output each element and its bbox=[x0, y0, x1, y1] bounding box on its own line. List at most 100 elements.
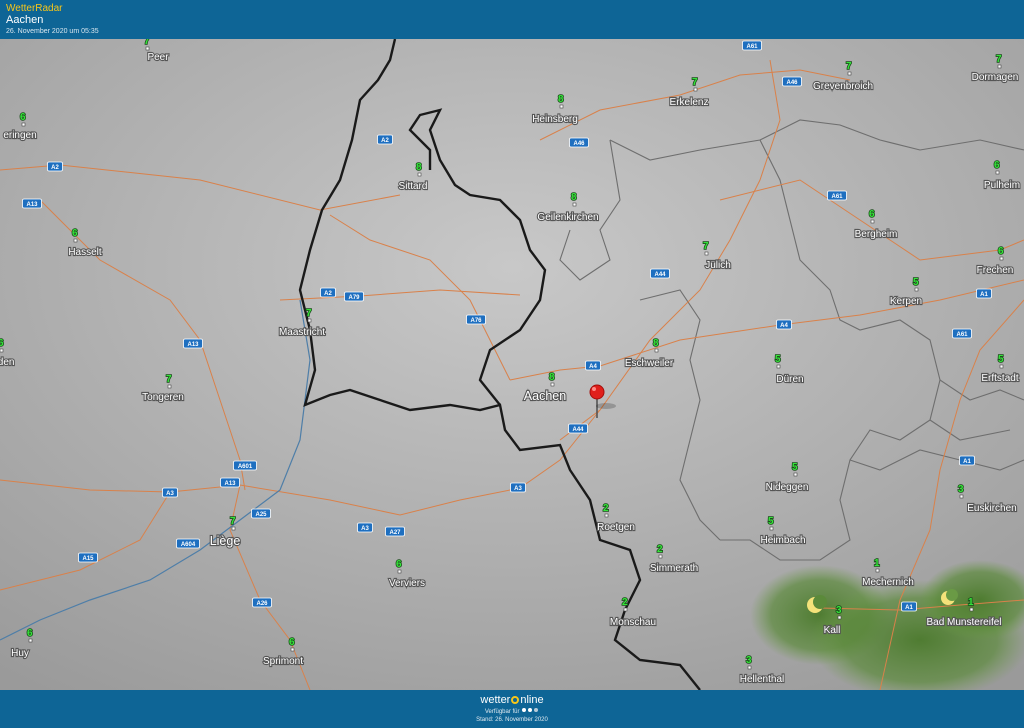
road-label: A61 bbox=[956, 332, 968, 338]
city-label: Erkelenz bbox=[670, 97, 709, 108]
availability-row: Verfügbar für bbox=[0, 708, 1024, 715]
city-marker-icon bbox=[847, 71, 852, 76]
temperature-value: 7 bbox=[703, 241, 709, 252]
temperature-value: 5 bbox=[792, 462, 798, 473]
city-label: Peer bbox=[147, 52, 169, 63]
city-label: Heimbach bbox=[760, 535, 805, 546]
road-badge-a15: A15 bbox=[78, 552, 98, 563]
temperature-value: 6 bbox=[0, 338, 4, 349]
city-label: Huy bbox=[11, 648, 29, 659]
city-label: Nideggen bbox=[766, 482, 809, 493]
road-badge-a76: A76 bbox=[466, 314, 486, 325]
city-label: iden bbox=[0, 357, 14, 368]
city-marker-icon bbox=[290, 647, 295, 652]
road-badge-a601: A601 bbox=[233, 460, 257, 471]
city-marker-icon bbox=[397, 569, 402, 574]
city-marker-icon bbox=[747, 665, 752, 670]
road-label: A3 bbox=[514, 486, 522, 492]
city-marker-icon bbox=[28, 638, 33, 643]
road-label: A76 bbox=[470, 318, 482, 324]
temperature-value: 6 bbox=[994, 160, 1000, 171]
road-badge-a2: A2 bbox=[377, 134, 393, 145]
city-label: Roetgen bbox=[597, 522, 635, 533]
temperature-value: 2 bbox=[657, 544, 663, 555]
road-label: A15 bbox=[82, 556, 94, 562]
temperature-value: 7 bbox=[144, 39, 150, 47]
temperature-value: 7 bbox=[306, 308, 312, 319]
city-marker-icon bbox=[704, 251, 709, 256]
road-badge-a3: A3 bbox=[162, 487, 178, 498]
city-marker-icon bbox=[167, 384, 172, 389]
city-label: Liège bbox=[210, 534, 241, 548]
city-label: Grevenbroich bbox=[813, 81, 873, 92]
city-marker-icon bbox=[776, 364, 781, 369]
road-badge-a44: A44 bbox=[650, 268, 670, 279]
temperature-value: 7 bbox=[996, 54, 1002, 65]
road-badge-a61: A61 bbox=[827, 190, 847, 201]
timestamp: 26. November 2020 um 05:35 bbox=[6, 28, 99, 35]
road-badge-a46: A46 bbox=[782, 76, 802, 87]
temperature-value: 6 bbox=[72, 228, 78, 239]
city-marker-icon bbox=[693, 87, 698, 92]
temperature-value: 7 bbox=[230, 516, 236, 527]
city-marker-icon bbox=[623, 607, 628, 612]
availability-text: Verfügbar für bbox=[484, 709, 520, 715]
road-badge-a4: A4 bbox=[585, 360, 601, 371]
temperature-value: 5 bbox=[775, 354, 781, 365]
city-label: Frechen bbox=[977, 265, 1014, 276]
app-title: WetterRadar bbox=[6, 3, 63, 14]
road-label: A46 bbox=[786, 80, 798, 86]
road-badge-a79: A79 bbox=[344, 291, 364, 302]
temperature-value: 1 bbox=[874, 558, 880, 569]
road-badge-a3: A3 bbox=[510, 482, 526, 493]
city-marker-icon bbox=[870, 219, 875, 224]
temperature-value: 6 bbox=[396, 559, 402, 570]
road-label: A1 bbox=[905, 605, 913, 611]
road-badge-a3: A3 bbox=[357, 522, 373, 533]
city-marker-icon bbox=[550, 382, 555, 387]
city-label: Jülich bbox=[705, 260, 731, 271]
footer-bar: wetter nline Verfügbar für Stand: 26. Nov… bbox=[0, 690, 1024, 728]
temperature-value: 2 bbox=[603, 503, 609, 514]
road-badge-a1: A1 bbox=[901, 601, 917, 612]
road-badge-a2: A2 bbox=[47, 161, 63, 172]
road-label: A79 bbox=[348, 295, 360, 301]
temperature-value: 2 bbox=[622, 597, 628, 608]
radar-map[interactable]: A61A46A46A2A2A13A2A79A76A44A4A4A61A1A61A… bbox=[0, 39, 1024, 690]
city-marker-icon bbox=[604, 513, 609, 518]
city-marker-icon bbox=[231, 526, 236, 531]
temperature-value: 5 bbox=[913, 277, 919, 288]
road-label: A61 bbox=[831, 194, 843, 200]
city-marker-icon bbox=[572, 202, 577, 207]
city-marker-icon bbox=[875, 568, 880, 573]
city-label: Sittard bbox=[399, 181, 428, 192]
road-badge-a26: A26 bbox=[252, 597, 272, 608]
road-badge-a13: A13 bbox=[22, 198, 42, 209]
road-label: A601 bbox=[238, 464, 253, 470]
city-label: Kerpen bbox=[890, 296, 922, 307]
city-marker-icon bbox=[914, 287, 919, 292]
road-label: A604 bbox=[181, 542, 196, 548]
road-label: A4 bbox=[589, 364, 597, 370]
city-label: Maastricht bbox=[279, 327, 325, 338]
city-marker-icon bbox=[559, 104, 564, 109]
logo-text-right: nline bbox=[520, 694, 544, 706]
road-label: A61 bbox=[746, 44, 758, 50]
data-stand: Stand: 26. November 2020 bbox=[476, 717, 548, 723]
road-label: A44 bbox=[654, 272, 666, 278]
temperature-value: 6 bbox=[289, 637, 295, 648]
temperature-value: 7 bbox=[692, 77, 698, 88]
temperature-value: 8 bbox=[653, 338, 659, 349]
city-marker-icon bbox=[307, 318, 312, 323]
city-marker-icon bbox=[999, 364, 1004, 369]
city-label: Hasselt bbox=[68, 247, 102, 258]
road-label: A2 bbox=[51, 165, 59, 171]
road-label: A3 bbox=[361, 526, 369, 532]
temperature-value: 5 bbox=[998, 354, 1004, 365]
road-badge-a61: A61 bbox=[952, 328, 972, 339]
temperature-value: 3 bbox=[836, 605, 842, 616]
road-label: A44 bbox=[572, 427, 584, 433]
city-label: Düren bbox=[776, 374, 803, 385]
temperature-value: 5 bbox=[768, 516, 774, 527]
temperature-value: 6 bbox=[20, 112, 26, 123]
